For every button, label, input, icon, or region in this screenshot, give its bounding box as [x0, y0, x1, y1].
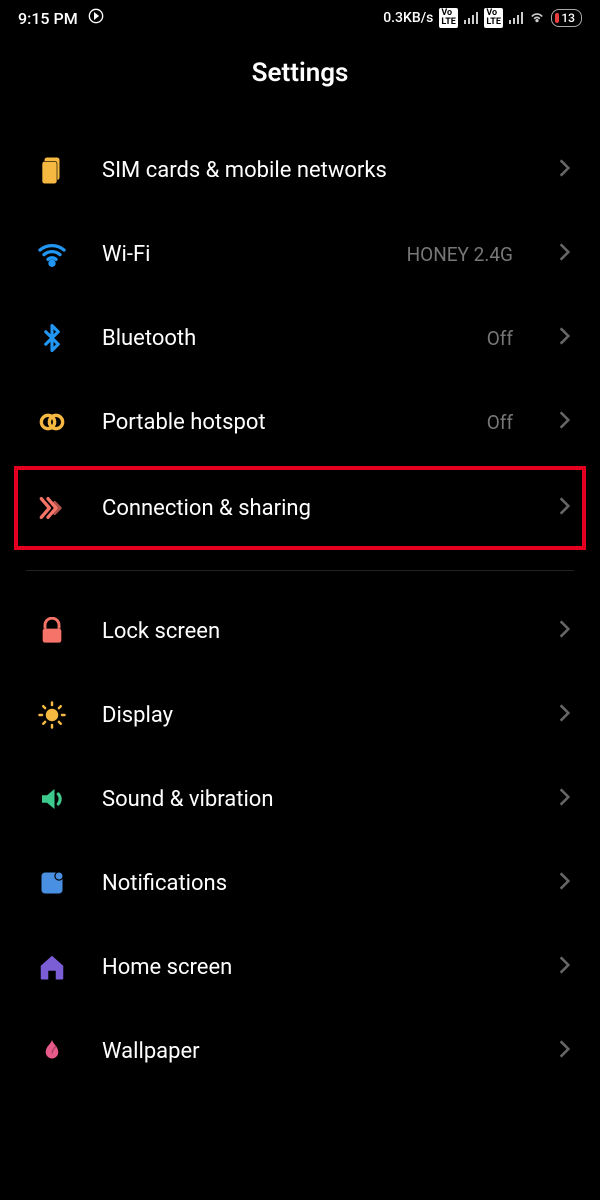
settings-item-label: Wi-Fi: [102, 242, 375, 267]
divider: [26, 570, 574, 571]
status-bar: 9:15 PM 0.3KB/s VoLTE VoLTE 13: [0, 0, 600, 32]
settings-item-sound[interactable]: Sound & vibration: [0, 757, 600, 841]
settings-item-lock-screen[interactable]: Lock screen: [0, 589, 600, 673]
chevron-right-icon: [559, 497, 570, 519]
signal-icon-1: [464, 12, 479, 24]
wallpaper-icon: [34, 1033, 70, 1069]
chevron-right-icon: [559, 411, 570, 433]
settings-item-label: Sound & vibration: [102, 787, 527, 812]
settings-item-connection-sharing[interactable]: Connection & sharing: [0, 464, 600, 552]
volte-icon-2: VoLTE: [484, 8, 503, 28]
settings-item-label: Wallpaper: [102, 1039, 527, 1064]
chevron-right-icon: [559, 159, 570, 181]
settings-item-hotspot[interactable]: Portable hotspot Off: [0, 380, 600, 464]
settings-item-value: Off: [487, 327, 513, 350]
wifi-icon: [34, 236, 70, 272]
settings-item-label: Bluetooth: [102, 326, 455, 351]
settings-item-wallpaper[interactable]: Wallpaper: [0, 1009, 600, 1093]
speaker-icon: [34, 781, 70, 817]
settings-item-wifi[interactable]: Wi-Fi HONEY 2.4G: [0, 212, 600, 296]
chevron-right-icon: [559, 327, 570, 349]
lock-icon: [34, 613, 70, 649]
signal-icon-2: [509, 12, 524, 24]
home-icon: [34, 949, 70, 985]
settings-item-label: Connection & sharing: [102, 496, 527, 521]
bluetooth-icon: [34, 320, 70, 356]
page-title: Settings: [0, 58, 600, 88]
settings-item-value: HONEY 2.4G: [407, 243, 513, 266]
settings-item-display[interactable]: Display: [0, 673, 600, 757]
hotspot-icon: [34, 404, 70, 440]
settings-list: SIM cards & mobile networks Wi-Fi HONEY …: [0, 128, 600, 1093]
settings-item-notifications[interactable]: Notifications: [0, 841, 600, 925]
chevron-right-icon: [559, 704, 570, 726]
chevron-right-icon: [559, 1040, 570, 1062]
battery-icon: 13: [551, 9, 582, 27]
notifications-icon: [34, 865, 70, 901]
settings-item-label: Notifications: [102, 871, 527, 896]
settings-item-sim[interactable]: SIM cards & mobile networks: [0, 128, 600, 212]
chevron-right-icon: [559, 788, 570, 810]
chevron-right-icon: [559, 956, 570, 978]
status-time: 9:15 PM: [18, 9, 78, 28]
settings-item-label: Lock screen: [102, 619, 527, 644]
settings-item-home-screen[interactable]: Home screen: [0, 925, 600, 1009]
sim-icon: [34, 152, 70, 188]
settings-item-label: Home screen: [102, 955, 527, 980]
sun-icon: [34, 697, 70, 733]
status-data-rate: 0.3KB/s: [383, 10, 433, 26]
settings-item-label: Display: [102, 703, 527, 728]
settings-item-label: SIM cards & mobile networks: [102, 158, 527, 183]
settings-item-label: Portable hotspot: [102, 410, 455, 435]
connection-sharing-icon: [34, 490, 70, 526]
settings-item-bluetooth[interactable]: Bluetooth Off: [0, 296, 600, 380]
music-icon: [88, 8, 104, 28]
wifi-status-icon: [529, 8, 545, 28]
chevron-right-icon: [559, 620, 570, 642]
volte-icon-1: VoLTE: [439, 8, 458, 28]
page-header: Settings: [0, 32, 600, 128]
chevron-right-icon: [559, 243, 570, 265]
settings-item-value: Off: [487, 411, 513, 434]
chevron-right-icon: [559, 872, 570, 894]
